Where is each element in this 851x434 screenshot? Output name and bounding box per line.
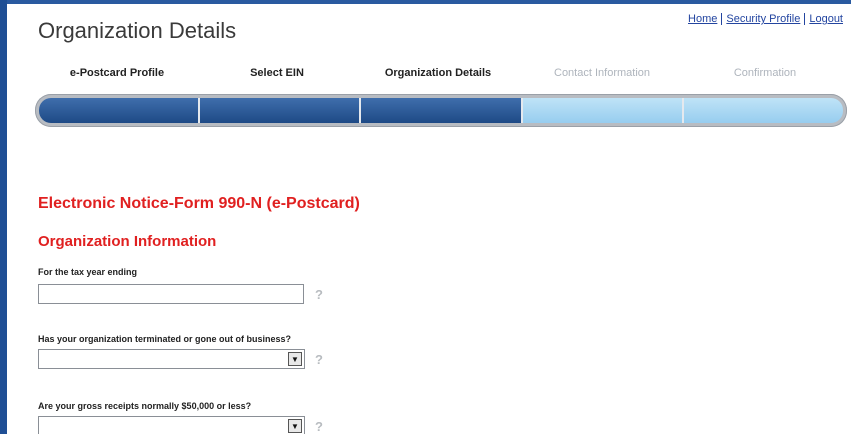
progress-segment-2 — [200, 98, 362, 123]
wizard-progress-bar — [35, 94, 847, 127]
progress-segment-1 — [39, 98, 201, 123]
step-label-organization-details: Organization Details — [384, 67, 492, 79]
progress-segments — [39, 98, 843, 123]
step-label-contact-information: Contact Information — [554, 67, 650, 79]
step-label-confirmation: Confirmation — [733, 67, 797, 79]
window-left-border — [0, 0, 7, 434]
section-title: Organization Information — [38, 233, 217, 250]
security-profile-link[interactable]: Security Profile — [722, 13, 806, 25]
wizard-steps: e-Postcard Profile Select EIN Organizati… — [35, 67, 847, 91]
tax-year-ending-input[interactable] — [38, 284, 304, 304]
gross-receipts-select[interactable]: ▼ — [38, 416, 305, 434]
logout-link[interactable]: Logout — [805, 13, 843, 25]
progress-segment-4 — [522, 98, 684, 123]
help-icon[interactable]: ? — [312, 287, 326, 303]
progress-segment-5 — [683, 98, 843, 123]
top-nav-links: Home Security Profile Logout — [684, 13, 843, 25]
form-title: Electronic Notice-Form 990-N (e-Postcard… — [38, 195, 360, 212]
progress-segment-3 — [361, 98, 523, 123]
tax-year-label: For the tax year ending — [38, 267, 138, 277]
dropdown-arrow-icon[interactable]: ▼ — [288, 352, 302, 366]
help-icon[interactable]: ? — [312, 352, 326, 368]
step-label-epostcard-profile: e-Postcard Profile — [69, 67, 165, 79]
window-top-border — [0, 0, 851, 4]
page-title: Organization Details — [38, 18, 237, 43]
gross-receipts-label: Are your gross receipts normally $50,000… — [38, 401, 252, 411]
terminated-select[interactable]: ▼ — [38, 349, 305, 369]
dropdown-arrow-icon[interactable]: ▼ — [288, 419, 302, 433]
help-icon[interactable]: ? — [312, 419, 326, 434]
step-label-select-ein: Select EIN — [250, 67, 304, 79]
home-link[interactable]: Home — [684, 13, 723, 25]
terminated-label: Has your organization terminated or gone… — [38, 334, 292, 344]
